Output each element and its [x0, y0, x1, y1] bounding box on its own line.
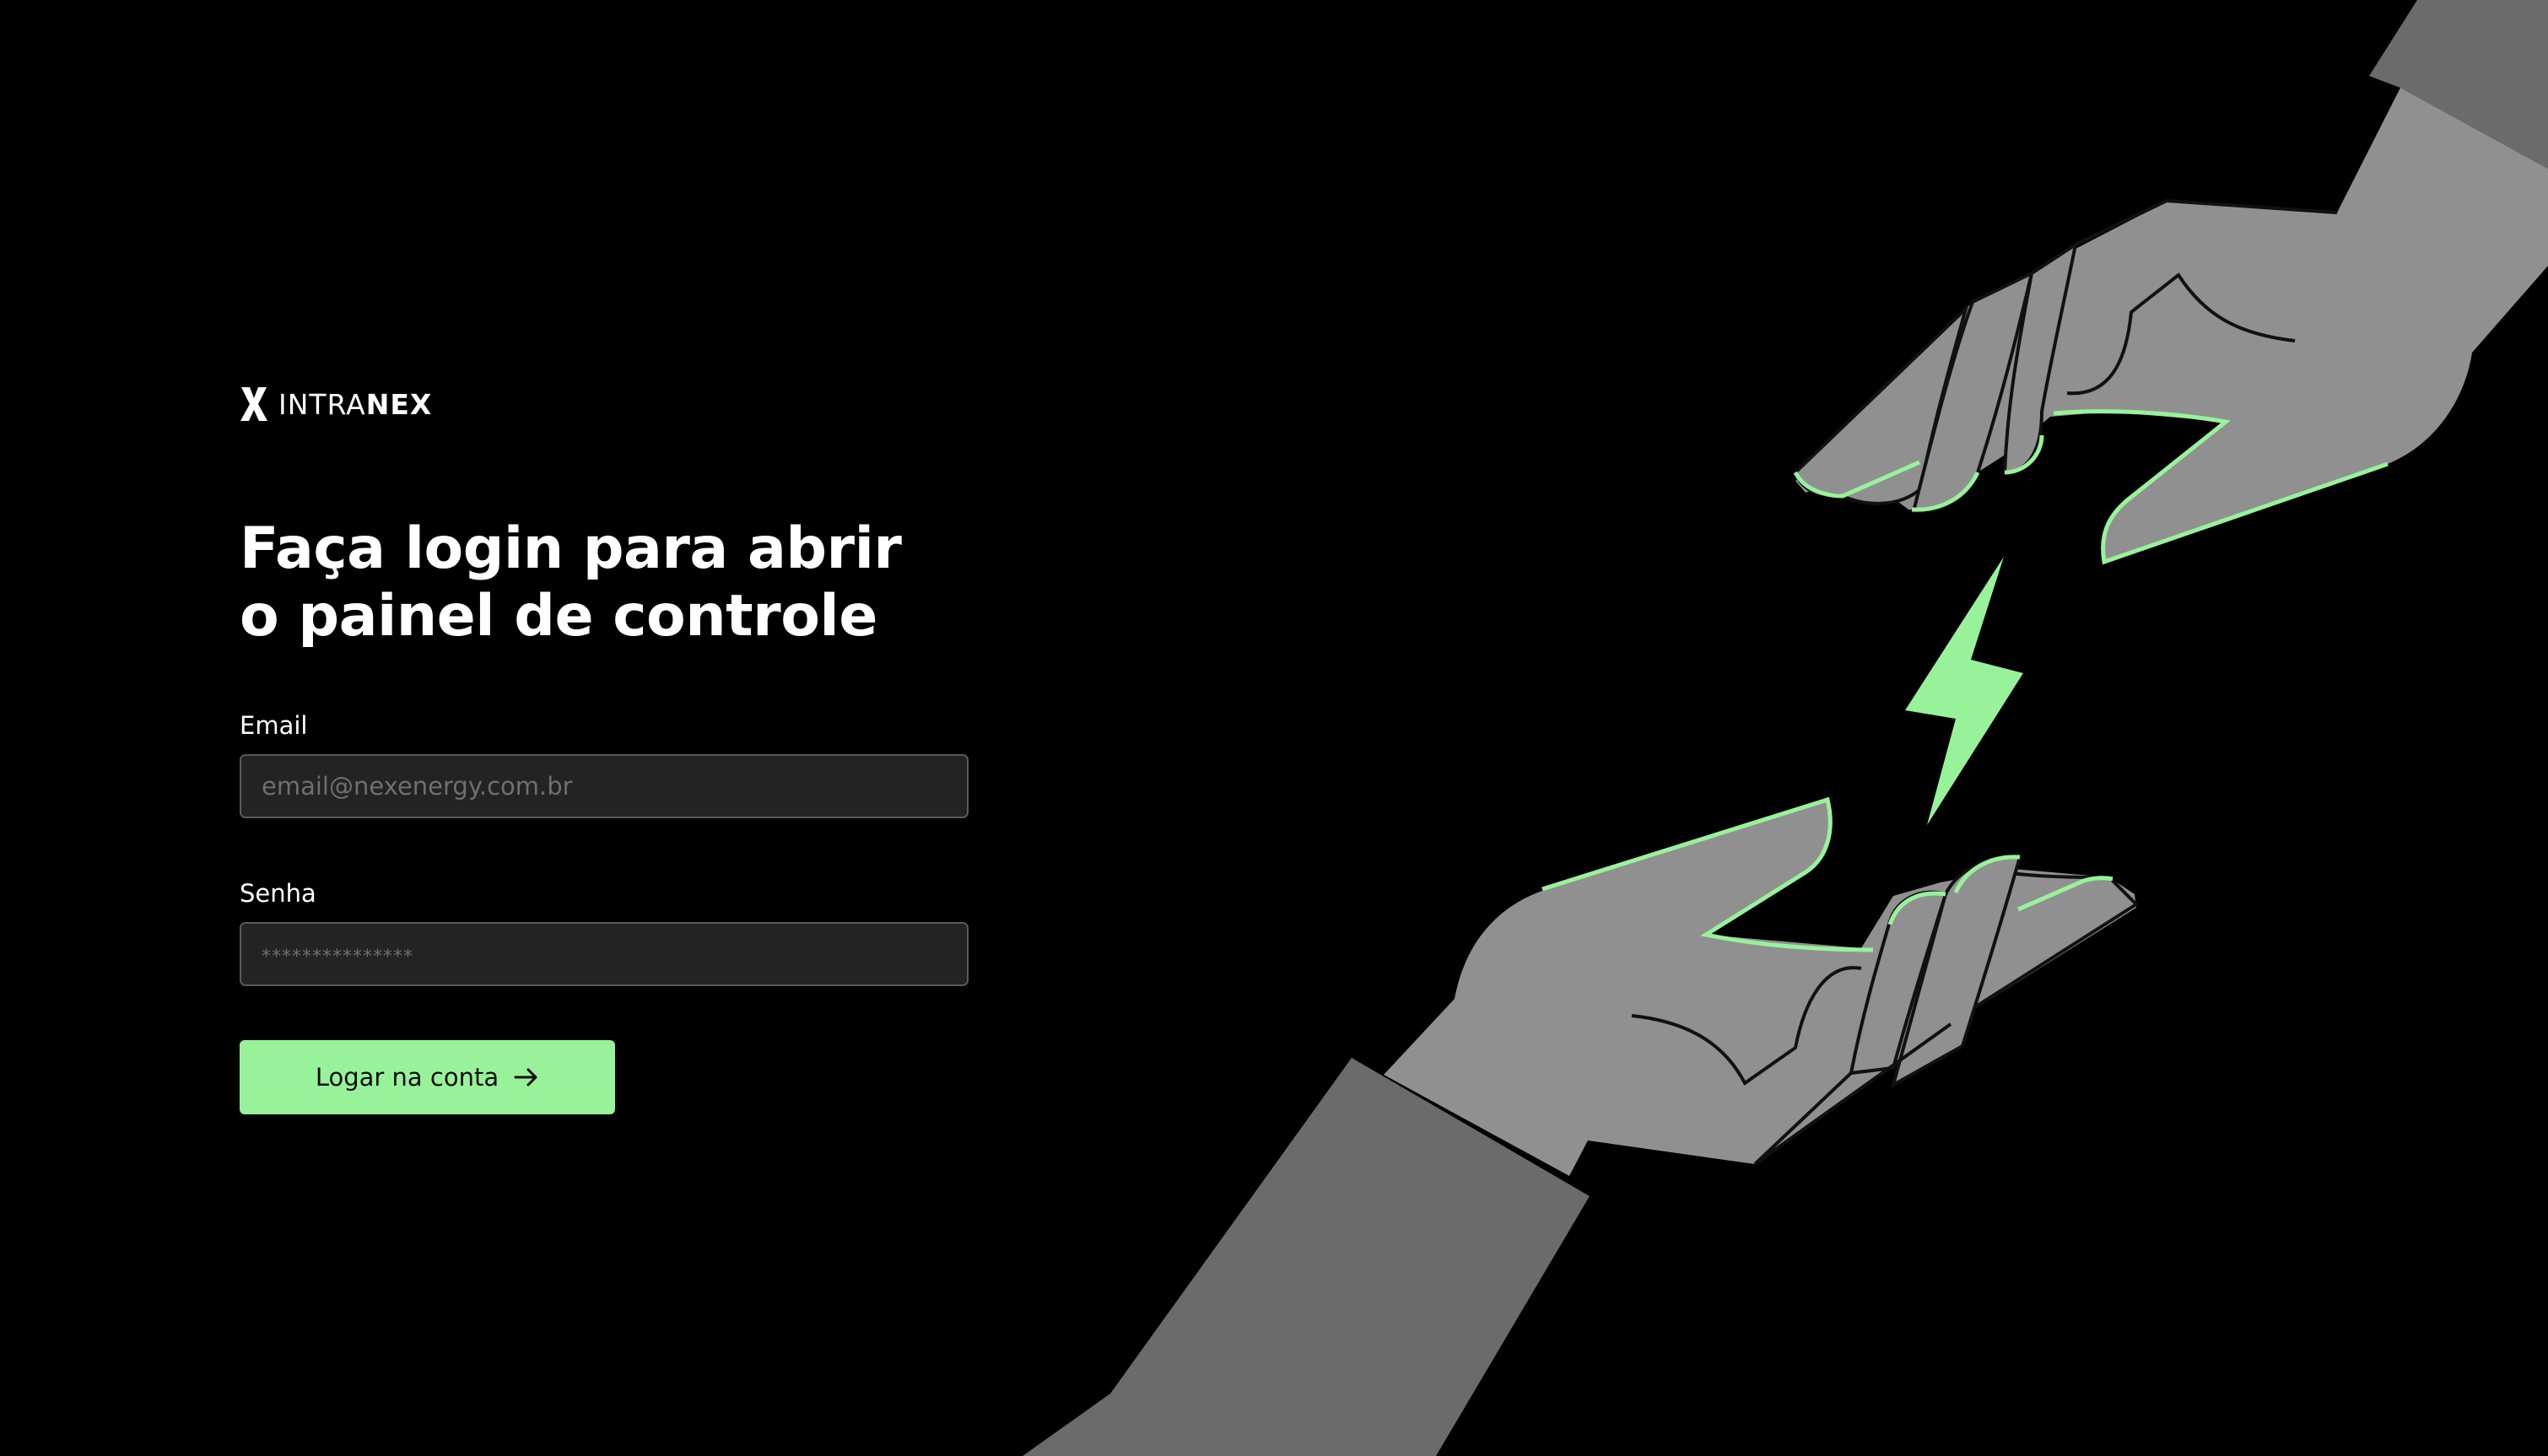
brand-name: INTRANEX	[278, 391, 432, 418]
email-field[interactable]	[240, 754, 969, 818]
lower-glow-4	[2017, 876, 2113, 912]
lower-hand-lines	[1631, 966, 1952, 1166]
password-field[interactable]	[240, 922, 969, 986]
page-title-line-1: Faça login para abrir	[240, 515, 902, 582]
upper-thumb-line	[2066, 198, 2338, 396]
lower-finger-1	[1942, 870, 2140, 1030]
page-title-line-2: o painel de controle	[240, 583, 877, 650]
arrow-right-icon	[514, 1068, 537, 1087]
lower-sleeve	[1023, 1058, 1590, 1456]
upper-glow-2	[1911, 471, 1980, 512]
password-label: Senha	[240, 879, 316, 908]
brand-name-light: INTRA	[278, 387, 366, 421]
upper-glow-4	[2053, 409, 2389, 565]
login-button[interactable]: Logar na conta	[240, 1040, 615, 1114]
lower-finger-2	[1890, 855, 2022, 1089]
lower-glow-2	[1887, 891, 1946, 925]
lower-glow-1	[1541, 796, 1874, 952]
lower-hand	[1384, 800, 2136, 1176]
login-form: Email Senha Logar na conta	[240, 714, 969, 1114]
lower-glow-3	[1953, 855, 2021, 894]
upper-finger-1	[1793, 303, 1969, 505]
upper-glow-1	[1793, 460, 1921, 499]
page-title: Faça login para abrir o painel de contro…	[240, 515, 915, 650]
login-button-label: Logar na conta	[315, 1063, 499, 1092]
login-panel: INTRANEX Faça login para abrir o painel …	[240, 384, 969, 1114]
upper-sleeve	[2369, 0, 2548, 169]
x-logo-icon	[240, 387, 267, 421]
brand-logo: INTRANEX	[240, 384, 969, 424]
upper-finger-2	[1911, 270, 2034, 514]
upper-finger-3	[2002, 240, 2078, 475]
lightning-bolt-icon	[1905, 557, 2023, 825]
upper-hand	[1795, 88, 2548, 562]
brand-name-bold: NEX	[365, 387, 433, 421]
email-label: Email	[240, 711, 308, 740]
upper-glow-3	[2004, 434, 2044, 475]
lower-finger-3	[1849, 890, 1948, 1076]
